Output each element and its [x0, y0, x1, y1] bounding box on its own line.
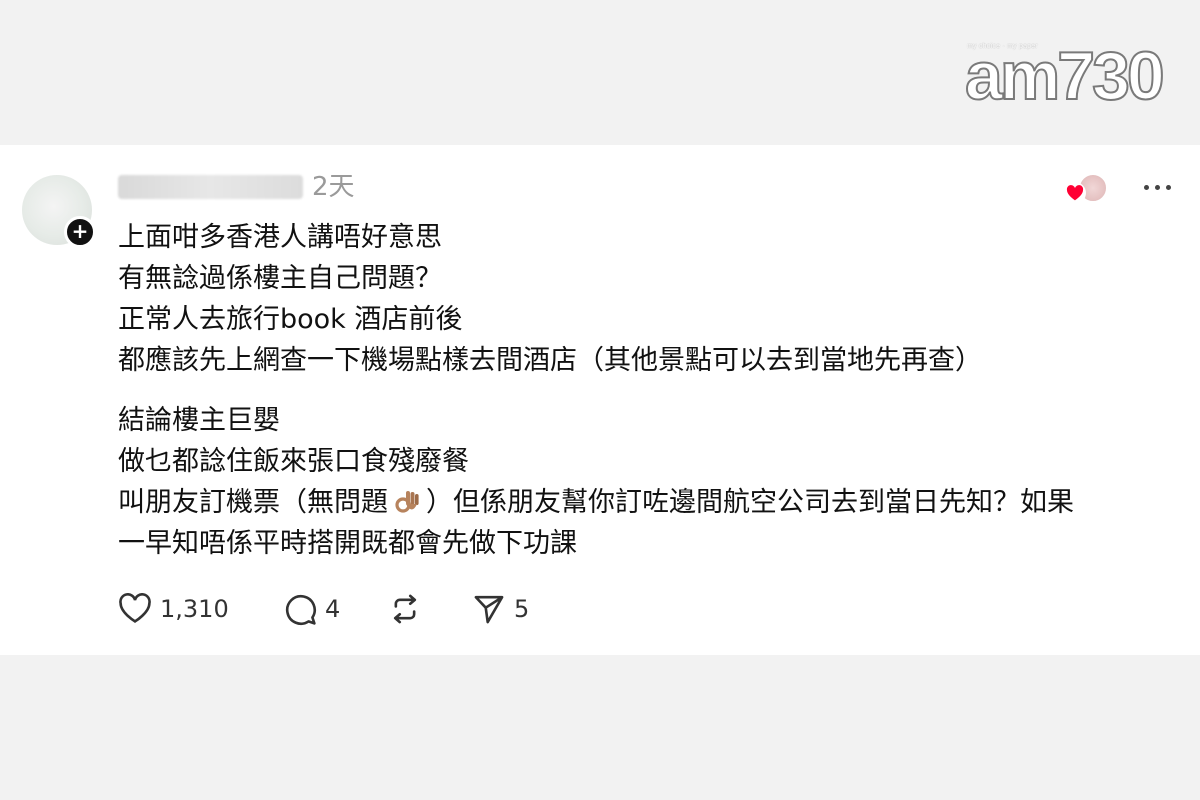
bottom-band	[0, 655, 1200, 800]
post-line: 有無諗過係樓主自己問題？	[118, 263, 442, 294]
send-icon	[474, 595, 504, 624]
reply-count: 4	[325, 595, 341, 623]
post-line: 做乜都諗住飯來張口食殘廢餐	[118, 446, 469, 477]
post-line-with-emoji: 叫朋友訂機票（無問題 ）但係朋友幫你訂咗邊間航空公司去到當日先知？如果	[118, 482, 1178, 523]
threads-post-card: + 2天 上面咁多香港人講唔好意思 有無諗過係樓主自己問題？ 正常人去旅行boo…	[0, 145, 1200, 655]
repost-button[interactable]	[388, 591, 430, 627]
liked-by-indicator[interactable]	[1064, 173, 1112, 205]
reply-button[interactable]: 4	[283, 591, 340, 627]
post-line: 都應該先上網查一下機場點樣去間酒店（其他景點可以去到當地先再查）	[118, 345, 982, 376]
post-line: 結論樓主巨嬰	[118, 405, 280, 436]
share-count: 5	[514, 595, 530, 623]
heart-badge-icon	[1064, 182, 1086, 204]
like-count: 1,310	[160, 595, 229, 623]
post-paragraph-1: 上面咁多香港人講唔好意思 有無諗過係樓主自己問題？ 正常人去旅行book 酒店前…	[118, 217, 1178, 381]
post-actions: 1,310 4 5	[118, 591, 818, 627]
post-paragraph-2: 結論樓主巨嬰 做乜都諗住飯來張口食殘廢餐 叫朋友訂機票（無問題 ）但係朋友幫你訂…	[118, 400, 1178, 564]
username-redacted[interactable]	[118, 175, 303, 199]
post-line-part: 叫朋友訂機票（無問題	[118, 487, 388, 518]
post-line-part: ）但係朋友幫你訂咗邊間航空公司去到當日先知？如果	[426, 487, 1074, 518]
post-body: 上面咁多香港人講唔好意思 有無諗過係樓主自己問題？ 正常人去旅行book 酒店前…	[118, 217, 1178, 583]
am730-logo: my choice · my paper am730	[964, 38, 1166, 111]
post-line: 正常人去旅行book 酒店前後	[118, 304, 463, 335]
share-button[interactable]: 5	[472, 591, 529, 627]
post-line: 上面咁多香港人講唔好意思	[118, 222, 442, 253]
heart-icon	[119, 593, 151, 623]
post-line: 一早知唔係平時搭開既都會先做下功課	[118, 528, 577, 559]
more-icon[interactable]	[1140, 173, 1176, 201]
follow-button[interactable]: +	[64, 216, 96, 248]
comment-icon	[285, 594, 316, 625]
ok-hand-emoji-icon	[394, 487, 420, 515]
post-timestamp: 2天	[312, 172, 355, 202]
like-button[interactable]: 1,310	[118, 591, 229, 627]
logo-brand: am730	[964, 38, 1166, 114]
repost-icon	[393, 594, 417, 624]
